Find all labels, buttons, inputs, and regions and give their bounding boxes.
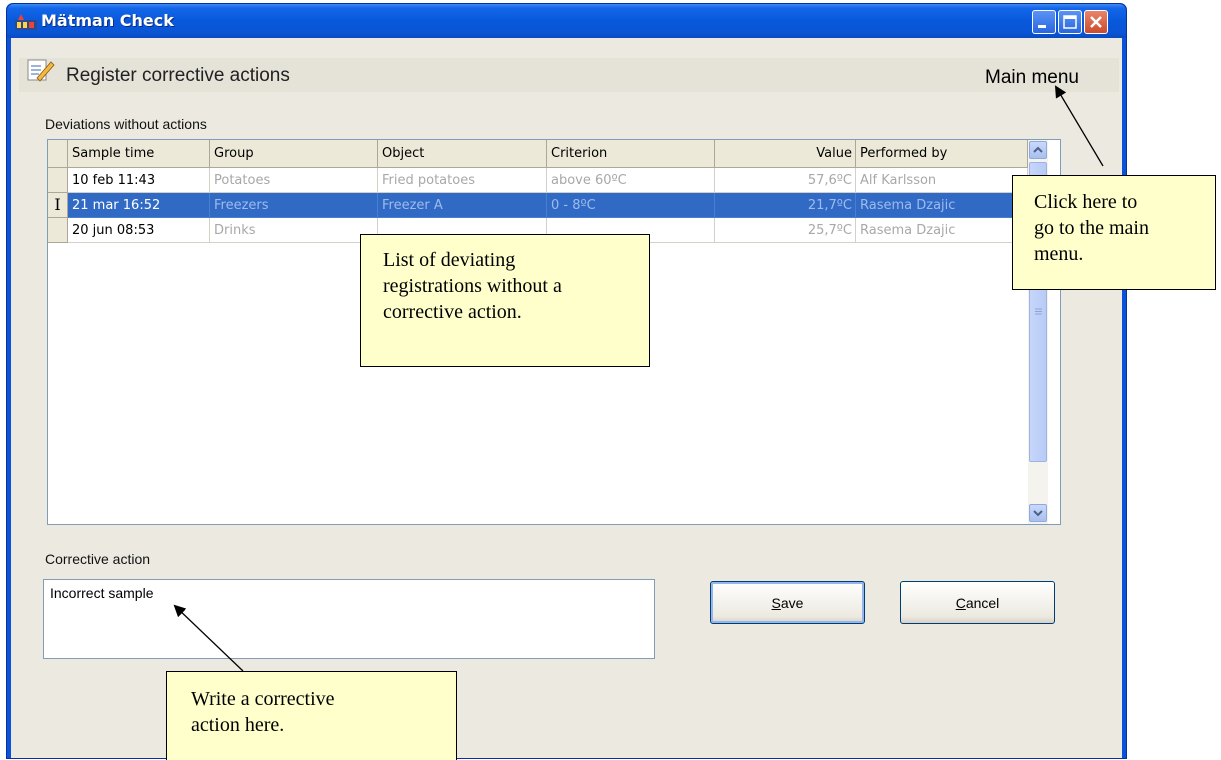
callout-list: List of deviating registrations without …: [360, 234, 650, 367]
scroll-up-button[interactable]: [1029, 141, 1047, 159]
cell-sample-time: 21 mar 16:52: [68, 193, 210, 218]
cell-sample-time: 20 jun 08:53: [68, 218, 210, 243]
cell-object: Fried potatoes: [378, 168, 547, 193]
cancel-label-rest: ancel: [965, 594, 1000, 611]
cell-value: 21,7ºC: [715, 193, 856, 218]
scroll-down-button[interactable]: [1029, 504, 1047, 522]
cell-performed-by: Rasema Dzajic: [856, 218, 1028, 243]
table-row[interactable]: 10 feb 11:43 Potatoes Fried potatoes abo…: [48, 168, 1028, 193]
callout-main-menu: Click here to go to the main menu.: [1012, 175, 1216, 290]
column-header-object[interactable]: Object: [378, 140, 547, 167]
cell-value: 57,6ºC: [715, 168, 856, 193]
cell-group: Potatoes: [210, 168, 378, 193]
deviations-label: Deviations without actions: [45, 116, 207, 132]
save-label-rest: ave: [780, 594, 804, 611]
cell-performed-by: Alf Karlsson: [856, 168, 1028, 193]
minimize-icon: [1038, 25, 1046, 28]
edit-note-icon: [27, 59, 55, 82]
table-row-selected[interactable]: I 21 mar 16:52 Freezers Freezer A 0 - 8º…: [48, 193, 1028, 218]
save-label-mnemonic: S: [771, 594, 781, 611]
cancel-label-mnemonic: C: [955, 594, 966, 611]
window-title: Mätman Check: [41, 11, 174, 30]
cell-object: Freezer A: [378, 193, 547, 218]
cell-sample-time: 10 feb 11:43: [68, 168, 210, 193]
row-selector[interactable]: [48, 168, 68, 193]
cell-criterion: 0 - 8ºC: [547, 193, 715, 218]
main-menu-button[interactable]: Main menu: [985, 67, 1079, 89]
corrective-action-label: Corrective action: [45, 551, 151, 567]
cell-criterion: above 60ºC: [547, 168, 715, 193]
page-title: Register corrective actions: [66, 65, 290, 86]
cell-group: Freezers: [210, 193, 378, 218]
grip-icon: [1035, 308, 1042, 315]
maximize-button[interactable]: [1058, 10, 1082, 34]
cell-value: 25,7ºC: [715, 218, 856, 243]
close-button[interactable]: [1084, 10, 1108, 34]
row-selector-current[interactable]: I: [48, 193, 68, 218]
row-selector[interactable]: [48, 218, 68, 243]
app-window: Mätman Check Register corrective actions…: [6, 3, 1127, 759]
cancel-button[interactable]: Cancel: [900, 581, 1055, 624]
column-header-criterion[interactable]: Criterion: [547, 140, 715, 167]
client-area: Register corrective actions Main menu De…: [11, 38, 1122, 758]
cell-group: Drinks: [210, 218, 378, 243]
title-bar[interactable]: Mätman Check: [7, 4, 1126, 38]
save-button[interactable]: Save: [710, 581, 865, 624]
column-header-performed-by[interactable]: Performed by: [856, 140, 1028, 167]
column-header-value[interactable]: Value: [715, 140, 856, 167]
arrow-down-icon: [1033, 510, 1043, 517]
table-header: Sample time Group Object Criterion Value…: [48, 140, 1028, 168]
column-header-sample-time[interactable]: Sample time: [68, 140, 210, 167]
cell-performed-by: Rasema Dzajic: [856, 193, 1028, 218]
callout-action: Write a corrective action here.: [166, 671, 457, 760]
app-logo-icon: [15, 14, 37, 30]
arrow-up-icon: [1033, 146, 1043, 153]
column-header-group[interactable]: Group: [210, 140, 378, 167]
row-selector-header: [48, 140, 68, 167]
close-icon: [1090, 16, 1102, 28]
maximize-icon: [1063, 15, 1077, 29]
corrective-action-input[interactable]: Incorrect sample: [43, 579, 655, 659]
minimize-button[interactable]: [1032, 10, 1056, 34]
